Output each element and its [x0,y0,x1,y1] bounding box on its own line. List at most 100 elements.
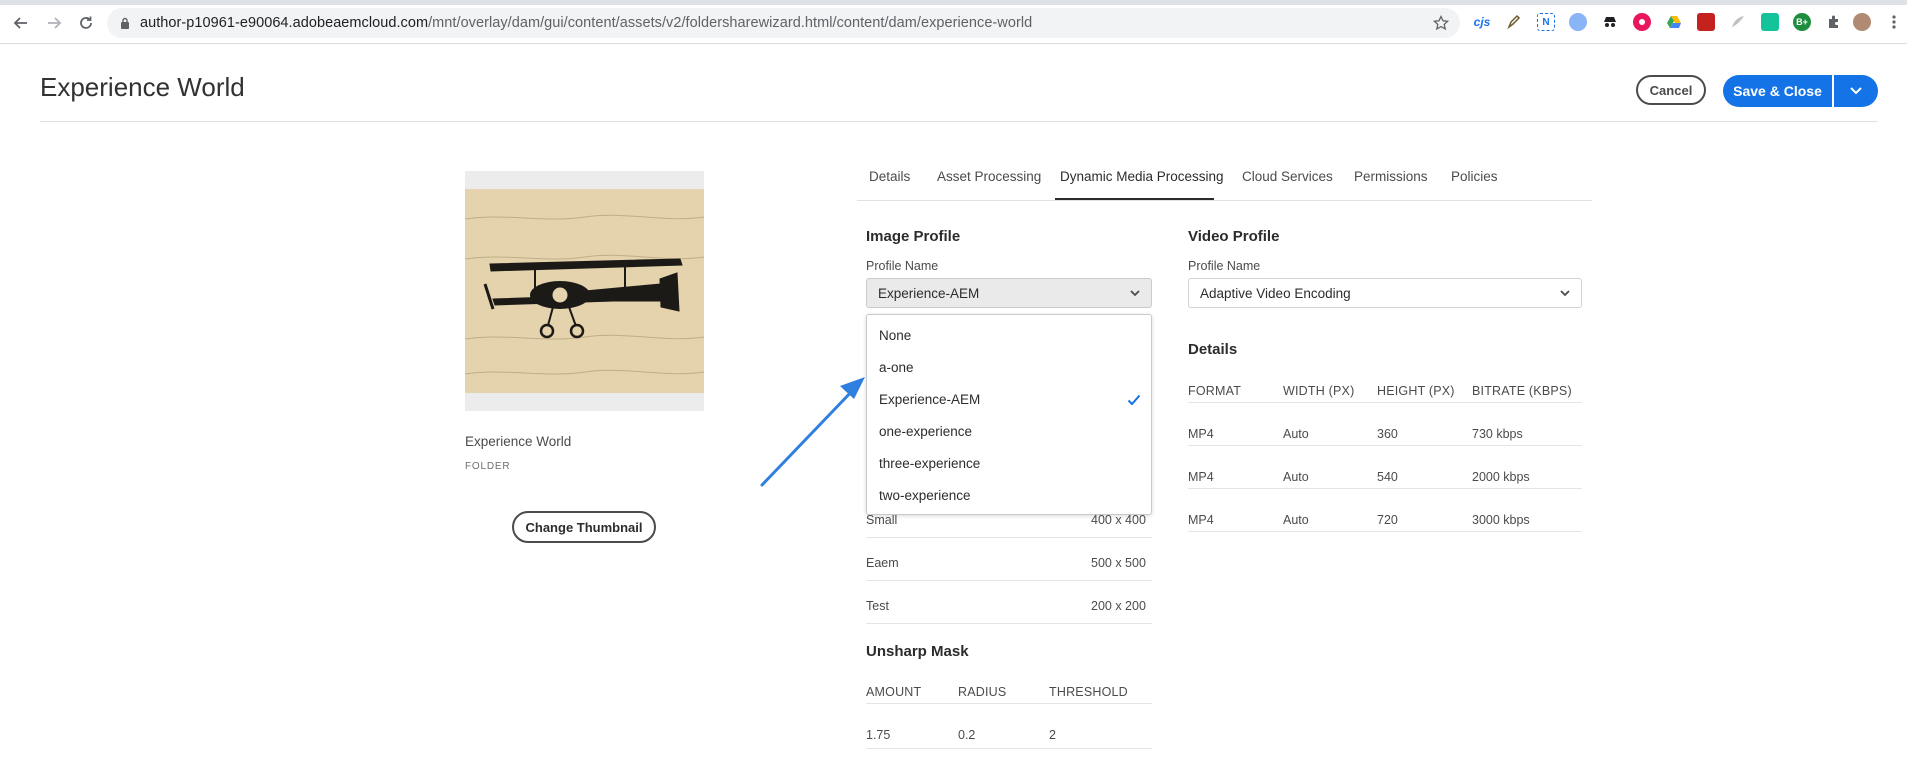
video-profile-heading: Video Profile [1188,228,1280,245]
video-row-bitrate: 2000 kbps [1472,470,1530,484]
active-tab-indicator [1055,198,1214,200]
save-and-close-button[interactable]: Save & Close [1723,75,1832,107]
image-profile-dropdown: None a-one Experience-AEM one-experience… [866,314,1152,515]
video-row-height: 360 [1377,427,1398,441]
reload-icon [80,16,92,29]
row-divider [866,623,1152,624]
tabs-divider [857,200,1592,201]
image-profile-select[interactable]: Experience-AEM [866,278,1152,308]
address-bar[interactable]: author-p10961-e90064.adobeaemcloud.com/m… [107,8,1460,38]
browser-toolbar: author-p10961-e90064.adobeaemcloud.com/m… [0,0,1907,44]
tab-details[interactable]: Details [869,169,910,184]
folder-title: Experience World [465,434,572,449]
arrow-left-icon [13,17,27,29]
rendition-name: Eaem [866,556,899,570]
chevron-down-icon [1130,290,1140,297]
column-header-height: HEIGHT (PX) [1377,384,1455,398]
back-button[interactable] [10,12,32,34]
video-profile-name-label: Profile Name [1188,259,1261,273]
header-divider [40,121,1878,122]
folder-thumbnail [465,189,704,393]
dropdown-option-none[interactable]: None [879,328,911,343]
video-row-width: Auto [1283,427,1309,441]
circle-extension-icon[interactable] [1633,13,1651,31]
b-plus-extension-icon[interactable]: B+ [1793,13,1811,31]
bookmark-star-icon[interactable] [1433,15,1449,31]
video-row-width: Auto [1283,470,1309,484]
column-header-threshold: THRESHOLD [1049,685,1128,699]
tab-strip-edge [0,0,1907,5]
video-row-bitrate: 730 kbps [1472,427,1523,441]
row-divider [1188,531,1582,532]
puzzle-extension-icon[interactable] [1825,13,1843,31]
tab-dynamic-media-processing[interactable]: Dynamic Media Processing [1060,169,1224,184]
tab-asset-processing[interactable]: Asset Processing [937,169,1041,184]
image-profile-heading: Image Profile [866,228,961,245]
dropdown-option-experience-aem[interactable]: Experience-AEM [879,392,980,407]
row-divider [866,580,1152,581]
unsharp-threshold-value: 2 [1049,728,1056,742]
row-divider [1188,488,1582,489]
video-row-bitrate: 3000 kbps [1472,513,1530,527]
video-row-width: Auto [1283,513,1309,527]
tab-policies[interactable]: Policies [1451,169,1498,184]
dropdown-option-three-experience[interactable]: three-experience [879,456,980,471]
cjs-extension-icon[interactable]: cjs [1473,13,1491,31]
rendition-name: Small [866,513,898,527]
profile-avatar-icon[interactable] [1853,13,1871,31]
unsharp-radius-value: 0.2 [958,728,976,742]
dropdown-option-one-experience[interactable]: one-experience [879,424,972,439]
dropdown-option-a-one[interactable]: a-one [879,360,914,375]
row-divider [866,748,1152,749]
leaf-extension-icon[interactable] [1729,13,1747,31]
unsharp-mask-heading: Unsharp Mask [866,643,969,660]
column-header-radius: RADIUS [958,685,1007,699]
video-row-format: MP4 [1188,470,1214,484]
grammarly-extension-icon[interactable] [1761,13,1779,31]
arrow-right-icon [48,17,62,29]
row-divider [1188,445,1582,446]
video-row-format: MP4 [1188,513,1214,527]
browser-menu-icon[interactable] [1885,13,1903,31]
chevron-down-icon [1850,87,1862,95]
cancel-button[interactable]: Cancel [1636,75,1706,105]
reload-button[interactable] [75,12,97,34]
column-header-amount: AMOUNT [866,685,922,699]
url-host: author-p10961-e90064.adobeaemcloud.com [140,15,429,31]
page-title: Experience World [40,72,245,102]
row-divider [1188,402,1582,403]
rendition-size: 200 x 200 [1091,599,1146,613]
video-details-heading: Details [1188,341,1238,358]
video-row-format: MP4 [1188,427,1214,441]
folder-type: FOLDER [465,461,511,472]
video-profile-selected-value: Adaptive Video Encoding [1200,285,1351,301]
spy-extension-icon[interactable] [1601,13,1619,31]
n-extension-icon[interactable]: N [1537,13,1555,31]
url-path: /mnt/overlay/dam/gui/content/assets/v2/f… [428,15,1033,31]
video-row-height: 540 [1377,470,1398,484]
dropdown-option-two-experience[interactable]: two-experience [879,488,971,503]
row-divider [866,703,1152,704]
biplane-image [465,214,704,375]
chevron-down-icon [1560,290,1570,297]
info-extension-icon[interactable] [1569,13,1587,31]
forward-button[interactable] [43,12,65,34]
video-row-height: 720 [1377,513,1398,527]
tab-permissions[interactable]: Permissions [1354,169,1428,184]
column-header-bitrate: BITRATE (KBPS) [1472,384,1572,398]
pdf-extension-icon[interactable] [1697,13,1715,31]
image-profile-selected-value: Experience-AEM [878,285,980,301]
tab-cloud-services[interactable]: Cloud Services [1242,169,1333,184]
rendition-size: 400 x 400 [1091,513,1146,527]
checkmark-icon [1127,394,1141,406]
column-header-format: FORMAT [1188,384,1242,398]
save-options-button[interactable] [1834,75,1878,107]
change-thumbnail-button[interactable]: Change Thumbnail [512,511,656,543]
image-profile-name-label: Profile Name [866,259,939,273]
unsharp-amount-value: 1.75 [866,728,891,742]
rendition-name: Test [866,599,889,613]
drive-extension-icon[interactable] [1665,13,1683,31]
rendition-size: 500 x 500 [1091,556,1146,570]
video-profile-select[interactable]: Adaptive Video Encoding [1188,278,1582,308]
pen-extension-icon[interactable] [1505,13,1523,31]
